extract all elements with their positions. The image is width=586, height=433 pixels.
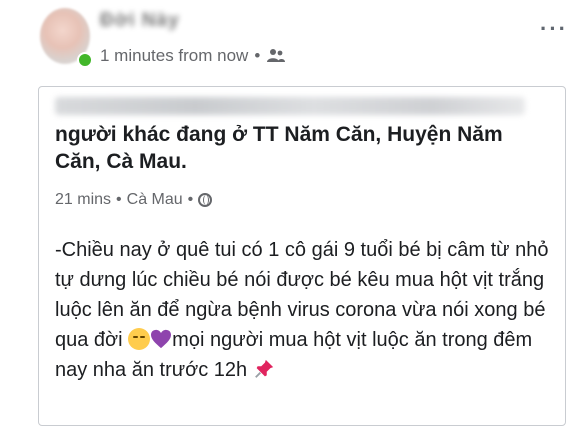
redacted-line	[55, 97, 525, 115]
online-status-dot	[77, 52, 93, 68]
shared-post-time[interactable]: 21 mins	[55, 191, 111, 209]
separator-dot: •	[116, 191, 122, 208]
friends-icon[interactable]	[266, 48, 286, 64]
shared-post-card[interactable]: người khác đang ở TT Năm Căn, Huyện Năm …	[38, 86, 566, 426]
shared-post-location[interactable]: Cà Mau	[127, 191, 183, 209]
timestamp-row: 1 minutes from now •	[100, 46, 286, 66]
author-name[interactable]: Đời Này	[100, 10, 180, 32]
separator-dot: •	[187, 191, 194, 208]
separator-dot: •	[254, 46, 261, 65]
shared-post-body: -Chiều nay ở quê tui có 1 cô gái 9 tuổi …	[55, 235, 555, 385]
sad-face-emoji-icon	[128, 328, 151, 350]
globe-icon[interactable]	[198, 193, 213, 207]
post-timestamp[interactable]: 1 minutes from now	[100, 46, 248, 66]
pushpin-icon	[254, 359, 273, 378]
more-options-icon[interactable]: ···	[540, 16, 568, 42]
shared-post-meta: 21 mins • Cà Mau •	[55, 191, 213, 209]
post-header: Đời Này 1 minutes from now • ···	[0, 0, 586, 80]
shared-activity-text: người khác đang ở TT Năm Căn, Huyện Năm …	[55, 123, 503, 173]
purple-heart-icon	[151, 329, 172, 349]
